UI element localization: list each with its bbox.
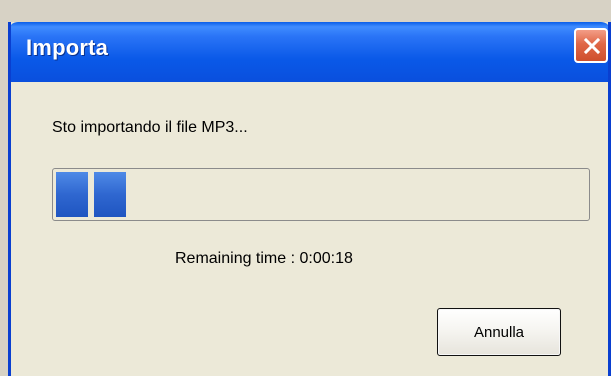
dialog-content: Sto importando il file MP3... Remaining … (11, 22, 608, 376)
remaining-time: Remaining time : 0:00:18 (175, 250, 353, 267)
cancel-button[interactable]: Annulla (437, 308, 561, 356)
progress-bar (52, 168, 590, 221)
progress-fill (56, 172, 126, 217)
status-message: Sto importando il file MP3... (52, 119, 248, 136)
progress-segment (56, 172, 88, 217)
progress-segment (94, 172, 126, 217)
import-dialog: Importa Sto importando il file MP3... Re… (8, 22, 611, 376)
